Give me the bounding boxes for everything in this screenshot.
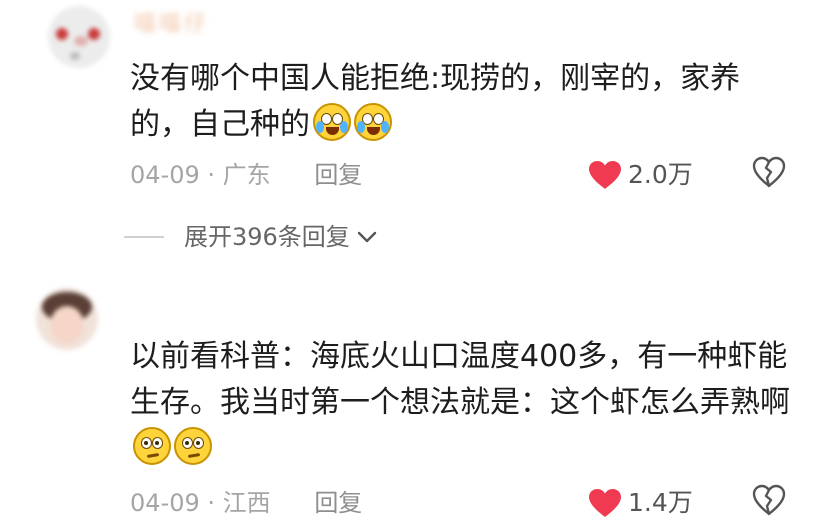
broken-heart-icon: [752, 156, 786, 192]
comment-date: 04-09: [130, 161, 200, 189]
meta-separator: ·: [207, 489, 216, 517]
meta-separator: ·: [207, 161, 216, 189]
comment-text: 没有哪个中国人能拒绝:现捞的，刚宰的，家养的，自己种的: [130, 61, 741, 142]
reply-button[interactable]: 回复: [314, 489, 362, 517]
expand-replies-label: 展开396条回复: [184, 223, 350, 251]
comment-location: 广东: [222, 161, 271, 189]
username[interactable]: 喵喵仔: [134, 10, 209, 40]
dislike-button[interactable]: [752, 484, 786, 520]
avatar[interactable]: [48, 6, 110, 68]
broken-heart-icon: [752, 484, 786, 520]
heart-icon: [588, 160, 622, 190]
comment-text: 以前看科普：海底火山口温度400多，有一种虾能生存。我当时第一个想法就是：这个虾…: [130, 334, 790, 472]
like-button[interactable]: 1.4万: [588, 486, 693, 520]
comment-item: 喵喵仔 没有哪个中国人能拒绝:现捞的，刚宰的，家养的，自己种的 04-09 · …: [0, 0, 828, 270]
divider: [124, 236, 164, 238]
avatar[interactable]: [36, 288, 98, 350]
like-count: 1.4万: [628, 488, 693, 517]
heart-icon: [588, 488, 622, 518]
thinking-face-emoji: [174, 427, 212, 465]
comment-date: 04-09: [130, 489, 200, 517]
comment-meta: 04-09 · 江西 回复: [130, 486, 362, 520]
comment-location: 江西: [222, 489, 271, 517]
crying-laugh-emoji: [313, 103, 351, 141]
like-count: 2.0万: [628, 160, 693, 189]
comment-meta: 04-09 · 广东 回复: [130, 158, 362, 192]
chevron-down-icon: [356, 220, 378, 254]
expand-replies[interactable]: 展开396条回复: [124, 220, 378, 254]
thinking-face-emoji: [133, 427, 171, 465]
crying-laugh-emoji: [354, 103, 392, 141]
dislike-button[interactable]: [752, 156, 786, 192]
reply-button[interactable]: 回复: [314, 161, 362, 189]
like-button[interactable]: 2.0万: [588, 158, 693, 192]
